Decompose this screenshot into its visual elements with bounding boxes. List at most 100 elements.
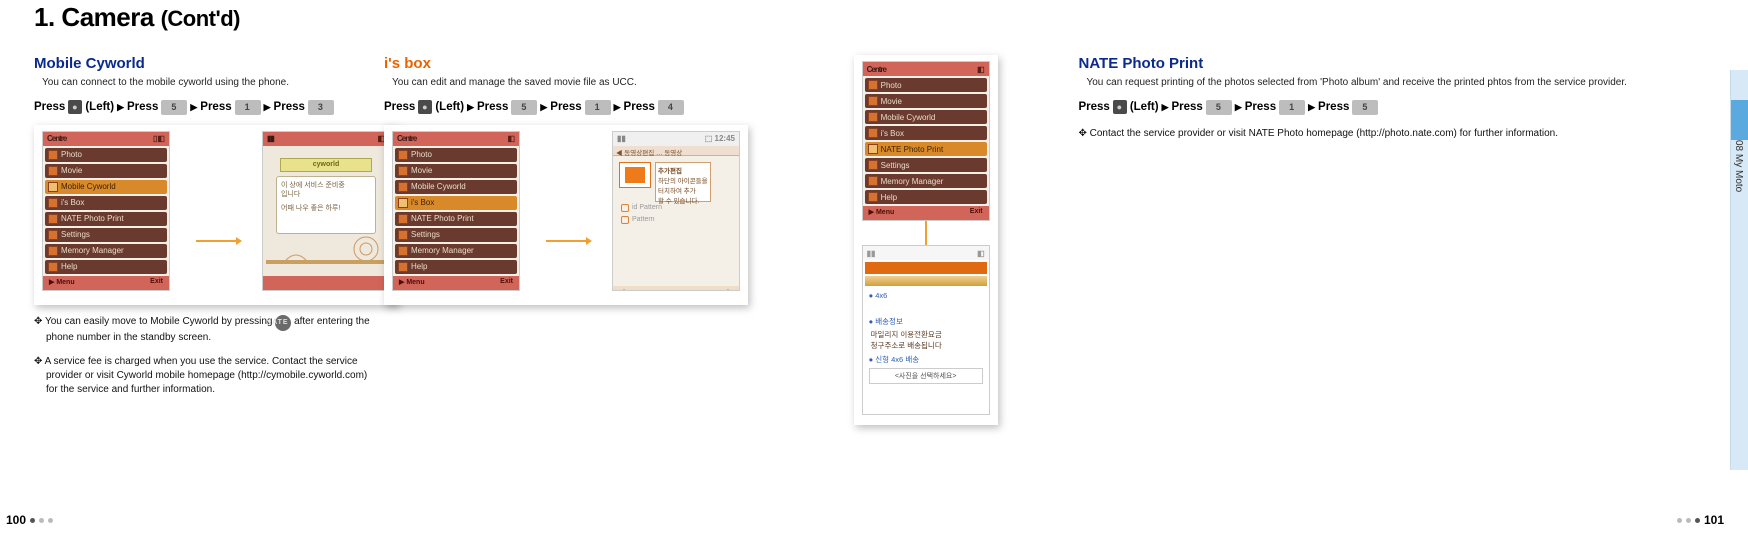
list-item: Settings <box>865 158 987 172</box>
dot-icon <box>1686 518 1691 523</box>
list-item: Pattern <box>615 214 737 226</box>
page-number-right: 101 <box>1677 513 1724 527</box>
chevron-right-icon: ▶ <box>540 102 547 113</box>
chevron-right-icon: ▶ <box>190 102 197 113</box>
ibox-logo-icon <box>619 162 651 188</box>
dot-icon <box>48 518 53 523</box>
list-item-selected: i's Box <box>395 196 517 210</box>
list-item: Memory Manager <box>395 244 517 258</box>
list-item: Photo <box>865 78 987 92</box>
chevron-right-icon: ▶ <box>467 102 474 113</box>
list-item: Help <box>865 190 987 204</box>
nate-title: NATE Photo Print <box>1078 55 1728 72</box>
chevron-right-icon: ▶ <box>1235 102 1242 113</box>
key-5-icon: 5 <box>1352 100 1378 115</box>
phone-cyworld-popup: ▮▮◧ cyworld 이 상에 서비스 준비중 입니다 어때 나우 좋은 하루… <box>262 131 390 291</box>
phone-menu-cyworld: Centre▯◧ Photo Movie Mobile Cyworld i's … <box>42 131 170 291</box>
cyworld-screenshot-group: Centre▯◧ Photo Movie Mobile Cyworld i's … <box>34 125 398 305</box>
nav-key-icon: ● <box>1113 100 1127 114</box>
list-item: NATE Photo Print <box>395 212 517 226</box>
phone-nate-print: ▮▮◧ ● 4x6 ● 배송정보 마일리지 이용전환요금 청구주소로 배송됩니다… <box>862 245 990 415</box>
list-item: i's Box <box>865 126 987 140</box>
key-3-icon: 3 <box>308 100 334 115</box>
dot-icon <box>1695 518 1700 523</box>
arrow-down-icon <box>925 221 927 245</box>
nate-select-box: <사진을 선택하세요> <box>869 368 983 384</box>
list-item: Help <box>45 260 167 274</box>
cyworld-press-line: Press ● (Left) ▶ Press 5 ▶ Press 1 ▶ Pre… <box>34 100 384 115</box>
list-item: Mobile Cyworld <box>395 180 517 194</box>
key-5-icon: 5 <box>511 100 537 115</box>
chevron-right-icon: ▶ <box>264 102 271 113</box>
nav-key-icon: ● <box>418 100 432 114</box>
section-mobile-cyworld: Mobile Cyworld You can connect to the mo… <box>34 55 384 425</box>
side-chapter-label: 08 My Moto <box>1733 140 1744 192</box>
phone-menu-ibox: Centre◧ Photo Movie Mobile Cyworld i's B… <box>392 131 520 291</box>
chevron-right-icon: ▶ <box>1162 102 1169 113</box>
list-item: Mobile Cyworld <box>865 110 987 124</box>
key-5-icon: 5 <box>161 100 187 115</box>
list-item: ● 배송정보 <box>865 315 987 328</box>
dot-icon <box>1677 518 1682 523</box>
cyworld-banner: cyworld <box>280 158 372 172</box>
cyworld-dialog: 이 상에 서비스 준비중 입니다 어때 나우 좋은 하루! <box>276 176 376 234</box>
nate-header-bar <box>865 262 987 274</box>
list-item: ● 신형 4x6 배송 <box>865 353 987 366</box>
list-item: Help <box>395 260 517 274</box>
dot-icon <box>39 518 44 523</box>
ferris-wheel-icon <box>266 234 386 264</box>
arrow-right-icon <box>196 240 236 242</box>
title-num: 1. <box>34 2 55 32</box>
nate-note: ✥ Contact the service provider or visit … <box>1078 127 1718 141</box>
key-1-icon: 1 <box>1279 100 1305 115</box>
chevron-right-icon: ▶ <box>614 102 621 113</box>
nav-key-icon: ● <box>68 100 82 114</box>
list-item: Photo <box>45 148 167 162</box>
nate-screenshot-column: Centre◧ Photo Movie Mobile Cyworld i's B… <box>864 55 1079 425</box>
ibox-title: i's box <box>384 55 864 72</box>
list-item: ● 4x6 <box>865 290 987 301</box>
list-item: Settings <box>45 228 167 242</box>
side-tab <box>1730 70 1748 470</box>
ibox-desc: You can edit and manage the saved movie … <box>384 76 864 90</box>
phone-menu-nate: Centre◧ Photo Movie Mobile Cyworld i's B… <box>862 61 990 221</box>
chevron-right-icon: ▶ <box>117 102 124 113</box>
arrow-right-icon <box>546 240 586 242</box>
list-item: Movie <box>865 94 987 108</box>
section-nate: NATE Photo Print You can request printin… <box>1078 55 1728 425</box>
list-item: Memory Manager <box>865 174 987 188</box>
key-1-icon: 1 <box>585 100 611 115</box>
phone-ibox-editor: ▮▮⬚ 12:45 ◀ 동영상편집 … 동영상 추가편집 하단의 아이콘들을 터… <box>612 131 740 291</box>
list-item-selected: NATE Photo Print <box>865 142 987 156</box>
title-cont: (Cont'd) <box>161 6 240 31</box>
cyworld-note-1: ✥ You can easily move to Mobile Cyworld … <box>34 315 374 345</box>
nate-key-icon: NATE <box>275 315 291 331</box>
list-item: Movie <box>45 164 167 178</box>
list-item: NATE Photo Print <box>45 212 167 226</box>
nate-body-text: 마일리지 이용전환요금 청구주소로 배송됩니다 <box>865 328 987 353</box>
title-main: Camera <box>61 2 153 32</box>
chevron-right-icon: ▶ <box>1308 102 1315 113</box>
ibox-screenshot-group: Centre◧ Photo Movie Mobile Cyworld i's B… <box>384 125 748 305</box>
cyworld-desc: You can connect to the mobile cyworld us… <box>34 76 384 90</box>
ibox-tag-box: 추가편집 하단의 아이콘들을 터치하여 추가 할 수 있습니다. <box>655 162 711 202</box>
side-tab-accent <box>1731 100 1748 140</box>
cyworld-note-2: ✥ A service fee is charged when you use … <box>34 355 374 397</box>
nate-desc: You can request printing of the photos s… <box>1078 76 1718 90</box>
list-item: Memory Manager <box>45 244 167 258</box>
page-title: 1. Camera (Cont'd) <box>34 2 240 33</box>
list-item: Photo <box>395 148 517 162</box>
list-item: i's Box <box>45 196 167 210</box>
key-4-icon: 4 <box>658 100 684 115</box>
section-ibox: i's box You can edit and manage the save… <box>384 55 864 425</box>
key-1-icon: 1 <box>235 100 261 115</box>
key-5-icon: 5 <box>1206 100 1232 115</box>
list-item: Settings <box>395 228 517 242</box>
nate-press-line: Press ● (Left) ▶ Press 5 ▶ Press 1 ▶ Pre… <box>1078 100 1728 115</box>
cyworld-title: Mobile Cyworld <box>34 55 384 72</box>
ibox-press-line: Press ● (Left) ▶ Press 5 ▶ Press 1 ▶ Pre… <box>384 100 864 115</box>
list-item: Movie <box>395 164 517 178</box>
dot-icon <box>30 518 35 523</box>
nate-subheader-bar <box>865 276 987 286</box>
list-item-selected: Mobile Cyworld <box>45 180 167 194</box>
